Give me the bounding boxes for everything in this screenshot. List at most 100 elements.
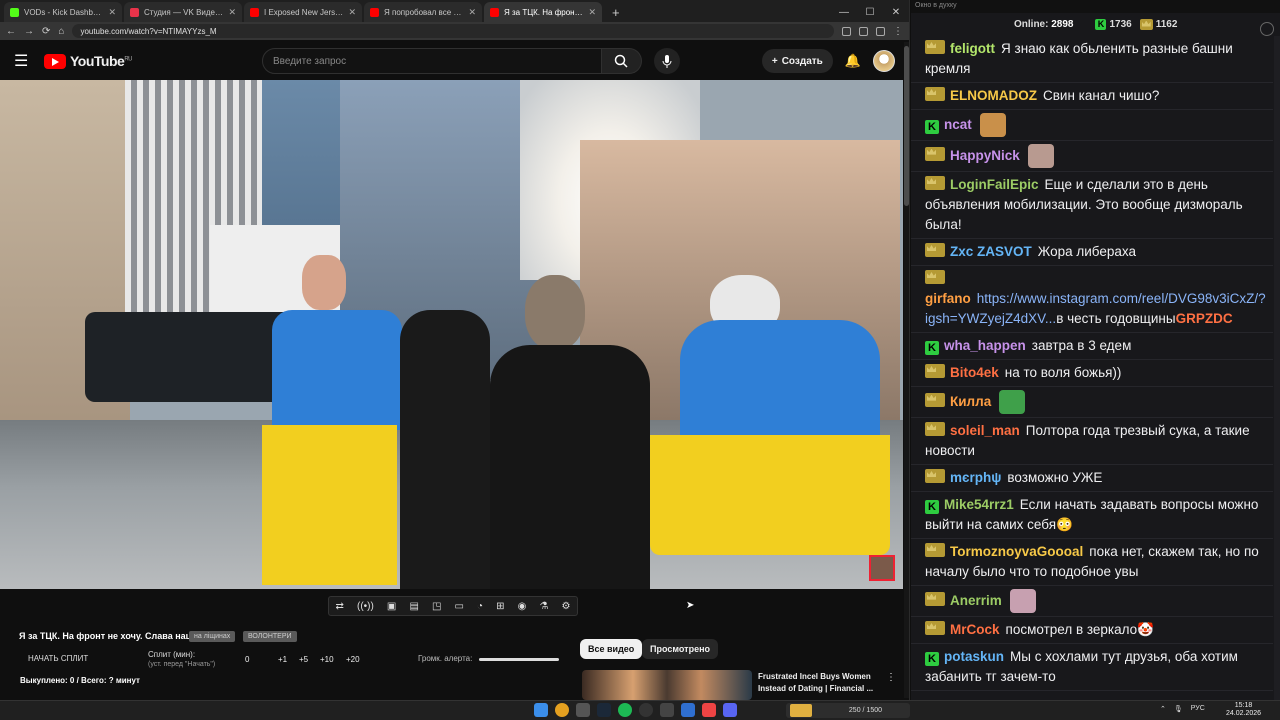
chat-text: Жора либераха: [1037, 244, 1136, 259]
audio-icon[interactable]: ((•)): [357, 601, 374, 612]
spotify-icon[interactable]: [618, 703, 632, 717]
chat-username[interactable]: wha_happen: [944, 338, 1026, 353]
url-field[interactable]: youtube.com/watch?v=NTIMAYYzs_M: [72, 24, 834, 38]
user-badges: K: [925, 500, 939, 514]
increment-1-button[interactable]: +1: [278, 655, 287, 664]
chat-message: feligott Я знаю как обьленить разные башн…: [911, 36, 1273, 83]
close-tab-icon[interactable]: ✕: [588, 7, 596, 18]
browser-tab[interactable]: Студия — VK Видео Live✕: [124, 2, 242, 22]
increment-20-button[interactable]: +20: [346, 655, 360, 664]
chat-username[interactable]: mєrphψ: [950, 470, 1001, 485]
start-split-button[interactable]: НАЧАТЬ СПЛИТ: [28, 654, 88, 663]
chat-username[interactable]: HappyNick: [950, 148, 1020, 163]
app-icon[interactable]: [702, 703, 716, 717]
search-button[interactable]: [601, 48, 642, 74]
close-icon[interactable]: ✕: [883, 7, 909, 18]
browser-tab[interactable]: Я за ТЦК. На фронт не хочу. С✕: [484, 2, 602, 22]
donation-widget[interactable]: 250 / 1500: [786, 703, 910, 718]
minimize-icon[interactable]: —: [831, 7, 857, 18]
new-tab-button[interactable]: +: [604, 5, 628, 22]
recommended-thumbnail[interactable]: [582, 670, 752, 700]
bookmark-icon[interactable]: [859, 26, 868, 36]
screen-icon[interactable]: ▣: [387, 601, 396, 612]
chat-username[interactable]: potaskun: [944, 649, 1004, 664]
browser-tab[interactable]: VODs - Kick Dashboard ✕: [4, 2, 122, 22]
user-badges: K: [925, 341, 939, 355]
app-icon[interactable]: [660, 703, 674, 717]
chat-scrollbar[interactable]: [1274, 36, 1280, 700]
chat-username[interactable]: MrCock: [950, 622, 1000, 637]
alert-volume-slider[interactable]: [479, 658, 559, 661]
obs-icon[interactable]: [639, 703, 653, 717]
speed-icon[interactable]: ◔: [477, 601, 483, 612]
chat-username[interactable]: ncat: [944, 117, 972, 132]
reload-icon[interactable]: ⟳: [42, 26, 50, 37]
recommended-title[interactable]: Frustrated Incel Buys Women Instead of D…: [758, 671, 880, 695]
add-icon[interactable]: ⊞: [496, 601, 504, 612]
chat-window: Окно в духку Online: 2898 K 1736 1162 fel…: [911, 0, 1280, 700]
chat-username[interactable]: feligott: [950, 41, 995, 56]
language-indicator[interactable]: РУС: [1191, 705, 1205, 713]
chat-username[interactable]: Anerrim: [950, 593, 1002, 608]
menu-icon[interactable]: ☰: [14, 51, 32, 71]
browser-tab[interactable]: Я попробовал все способы б✕: [364, 2, 482, 22]
more-options-icon[interactable]: ⋮: [886, 672, 896, 683]
close-tab-icon[interactable]: ✕: [468, 7, 476, 18]
tray-chevron-icon[interactable]: ⌃: [1160, 705, 1166, 713]
avatar[interactable]: [873, 50, 895, 72]
chip-watched[interactable]: Просмотрено: [642, 639, 719, 659]
chat-message: TormoznoyvaGoooal пока нет, скажем так, н…: [911, 539, 1273, 586]
tag-chip[interactable]: ВОЛОНТЕРИ: [243, 631, 297, 642]
settings-icon[interactable]: ⚙: [561, 601, 570, 612]
home-icon[interactable]: ⌂: [58, 26, 64, 37]
steam-icon[interactable]: [597, 703, 611, 717]
create-button[interactable]: + Создать: [761, 49, 833, 73]
chat-username[interactable]: Mike54rrz1: [944, 497, 1014, 512]
voice-search-button[interactable]: [653, 48, 680, 74]
search-input[interactable]: Введите запрос: [261, 48, 602, 74]
mic-icon[interactable]: 🎙: [1174, 705, 1183, 713]
close-tab-icon[interactable]: ✕: [348, 7, 356, 18]
close-tab-icon[interactable]: ✕: [228, 7, 236, 18]
user-badges: [925, 591, 945, 606]
subtitles-icon[interactable]: ▭: [455, 601, 464, 612]
discord-icon[interactable]: [723, 703, 737, 717]
chat-username[interactable]: Килла: [950, 394, 991, 409]
menu-icon[interactable]: ⋮: [893, 26, 903, 37]
extension-icon[interactable]: [842, 26, 851, 36]
maximize-icon[interactable]: ☐: [857, 7, 883, 18]
tag-chip[interactable]: на ліщинах: [189, 631, 236, 642]
forward-icon[interactable]: →: [24, 26, 34, 37]
chat-username[interactable]: soleil_man: [950, 423, 1020, 438]
lab-icon[interactable]: ⚗: [539, 601, 548, 612]
camera-icon[interactable]: ◉: [518, 601, 527, 612]
chat-username[interactable]: Zxc ZASVOT: [950, 244, 1032, 259]
app-icon[interactable]: [681, 703, 695, 717]
increment-5-button[interactable]: +5: [299, 655, 308, 664]
youtube-logo[interactable]: YouTubeRU: [44, 53, 132, 69]
chat-username[interactable]: LoginFailEpic: [950, 177, 1039, 192]
close-tab-icon[interactable]: ✕: [108, 7, 116, 18]
chat-username[interactable]: Bito4ek: [950, 365, 999, 380]
crown-icon: [925, 364, 945, 378]
back-icon[interactable]: ←: [6, 26, 16, 37]
chat-settings-icon[interactable]: [1260, 22, 1274, 36]
chat-text: Свин канал чишо?: [1043, 88, 1160, 103]
start-icon[interactable]: [534, 703, 548, 717]
chat-username[interactable]: ELNOMADOZ: [950, 88, 1037, 103]
chip-all-videos[interactable]: Все видео: [580, 639, 643, 659]
loop-icon[interactable]: ⇄: [336, 601, 344, 612]
chrome-icon[interactable]: [555, 703, 569, 717]
page-scrollbar[interactable]: [904, 42, 909, 698]
film-icon[interactable]: ▤: [409, 601, 418, 612]
notifications-bell-icon[interactable]: 🔔: [845, 53, 861, 69]
chat-username[interactable]: girfano: [925, 291, 971, 306]
browser-tab[interactable]: I Exposed New Jersey's Jewish✕: [244, 2, 362, 22]
pip-icon[interactable]: ◳: [432, 601, 441, 612]
clock[interactable]: 15:18 24.02.2026: [1226, 702, 1261, 718]
profile-icon[interactable]: [876, 26, 885, 36]
increment-10-button[interactable]: +10: [320, 655, 334, 664]
video-player[interactable]: [0, 80, 903, 589]
chat-username[interactable]: TormoznoyvaGoooal: [950, 544, 1083, 559]
files-icon[interactable]: [576, 703, 590, 717]
